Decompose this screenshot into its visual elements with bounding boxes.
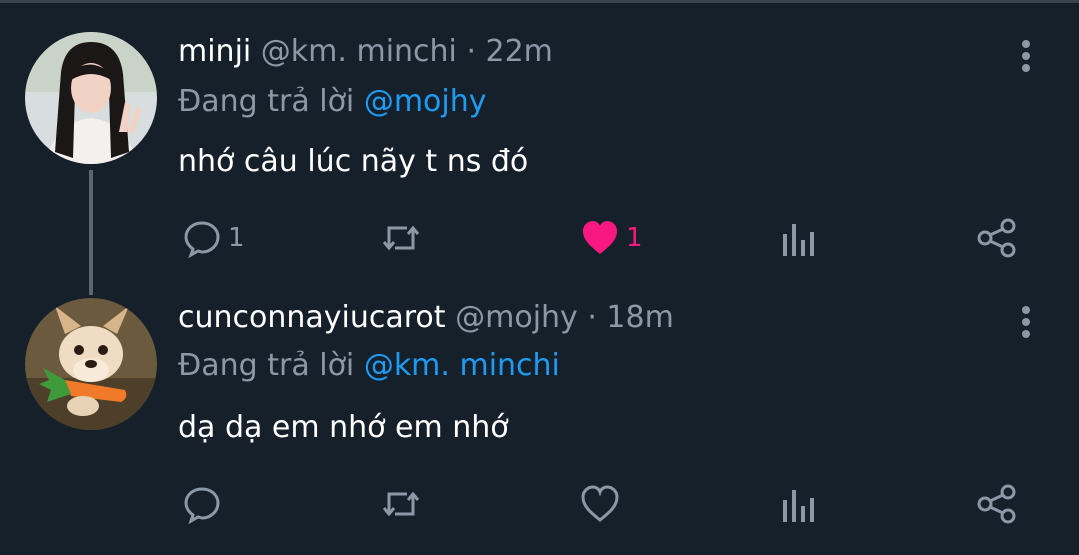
heart-icon [581, 485, 619, 522]
tweet-header: cunconnayiucarot @mojhy · 18m [178, 300, 674, 335]
reply-mention[interactable]: @mojhy [364, 84, 487, 119]
more-vertical-icon[interactable] [1013, 306, 1039, 346]
views-icon [783, 224, 814, 256]
timestamp[interactable]: · 18m [587, 300, 673, 335]
reply-button[interactable]: 1 [182, 216, 245, 260]
user-handle[interactable]: @mojhy [455, 300, 578, 335]
share-icon [977, 484, 1016, 524]
reply-mention[interactable]: @km. minchi [364, 348, 560, 383]
comment-icon [184, 221, 220, 258]
like-count: 1 [626, 223, 643, 253]
like-button[interactable]: 1 [580, 216, 643, 260]
reply-button[interactable] [182, 482, 228, 526]
replying-to: Đang trả lời @mojhy [178, 84, 487, 119]
avatar-cunconnayiucarot[interactable] [25, 298, 157, 430]
thread-connector [89, 170, 93, 295]
share-button[interactable] [976, 216, 1018, 260]
retweet-icon [382, 225, 420, 251]
avatar-minji[interactable] [25, 32, 157, 164]
more-vertical-icon[interactable] [1013, 40, 1039, 80]
reply-prefix: Đang trả lời [178, 348, 355, 383]
retweet-button[interactable] [381, 482, 421, 526]
share-icon [977, 218, 1016, 258]
display-name[interactable]: cunconnayiucarot [178, 300, 446, 335]
views-button[interactable] [780, 218, 816, 262]
share-button[interactable] [976, 482, 1018, 526]
heart-icon [583, 221, 617, 254]
views-icon [783, 490, 814, 522]
replying-to: Đang trả lời @km. minchi [178, 348, 560, 383]
tweet-text: dạ dạ em nhớ em nhớ [178, 410, 509, 445]
tweet-header: minji @km. minchi · 22m [178, 34, 553, 69]
retweet-icon [382, 491, 420, 517]
views-button[interactable] [780, 484, 816, 528]
retweet-button[interactable] [381, 216, 421, 260]
timestamp[interactable]: · 22m [466, 34, 552, 69]
tweet-text: nhớ câu lúc nãy t ns đó [178, 144, 529, 179]
user-handle[interactable]: @km. minchi [261, 34, 457, 69]
reply-count: 1 [228, 223, 245, 253]
comment-icon [184, 487, 220, 524]
top-divider [0, 0, 1079, 3]
like-button[interactable] [580, 482, 626, 526]
reply-prefix: Đang trả lời [178, 84, 355, 119]
display-name[interactable]: minji [178, 34, 251, 69]
